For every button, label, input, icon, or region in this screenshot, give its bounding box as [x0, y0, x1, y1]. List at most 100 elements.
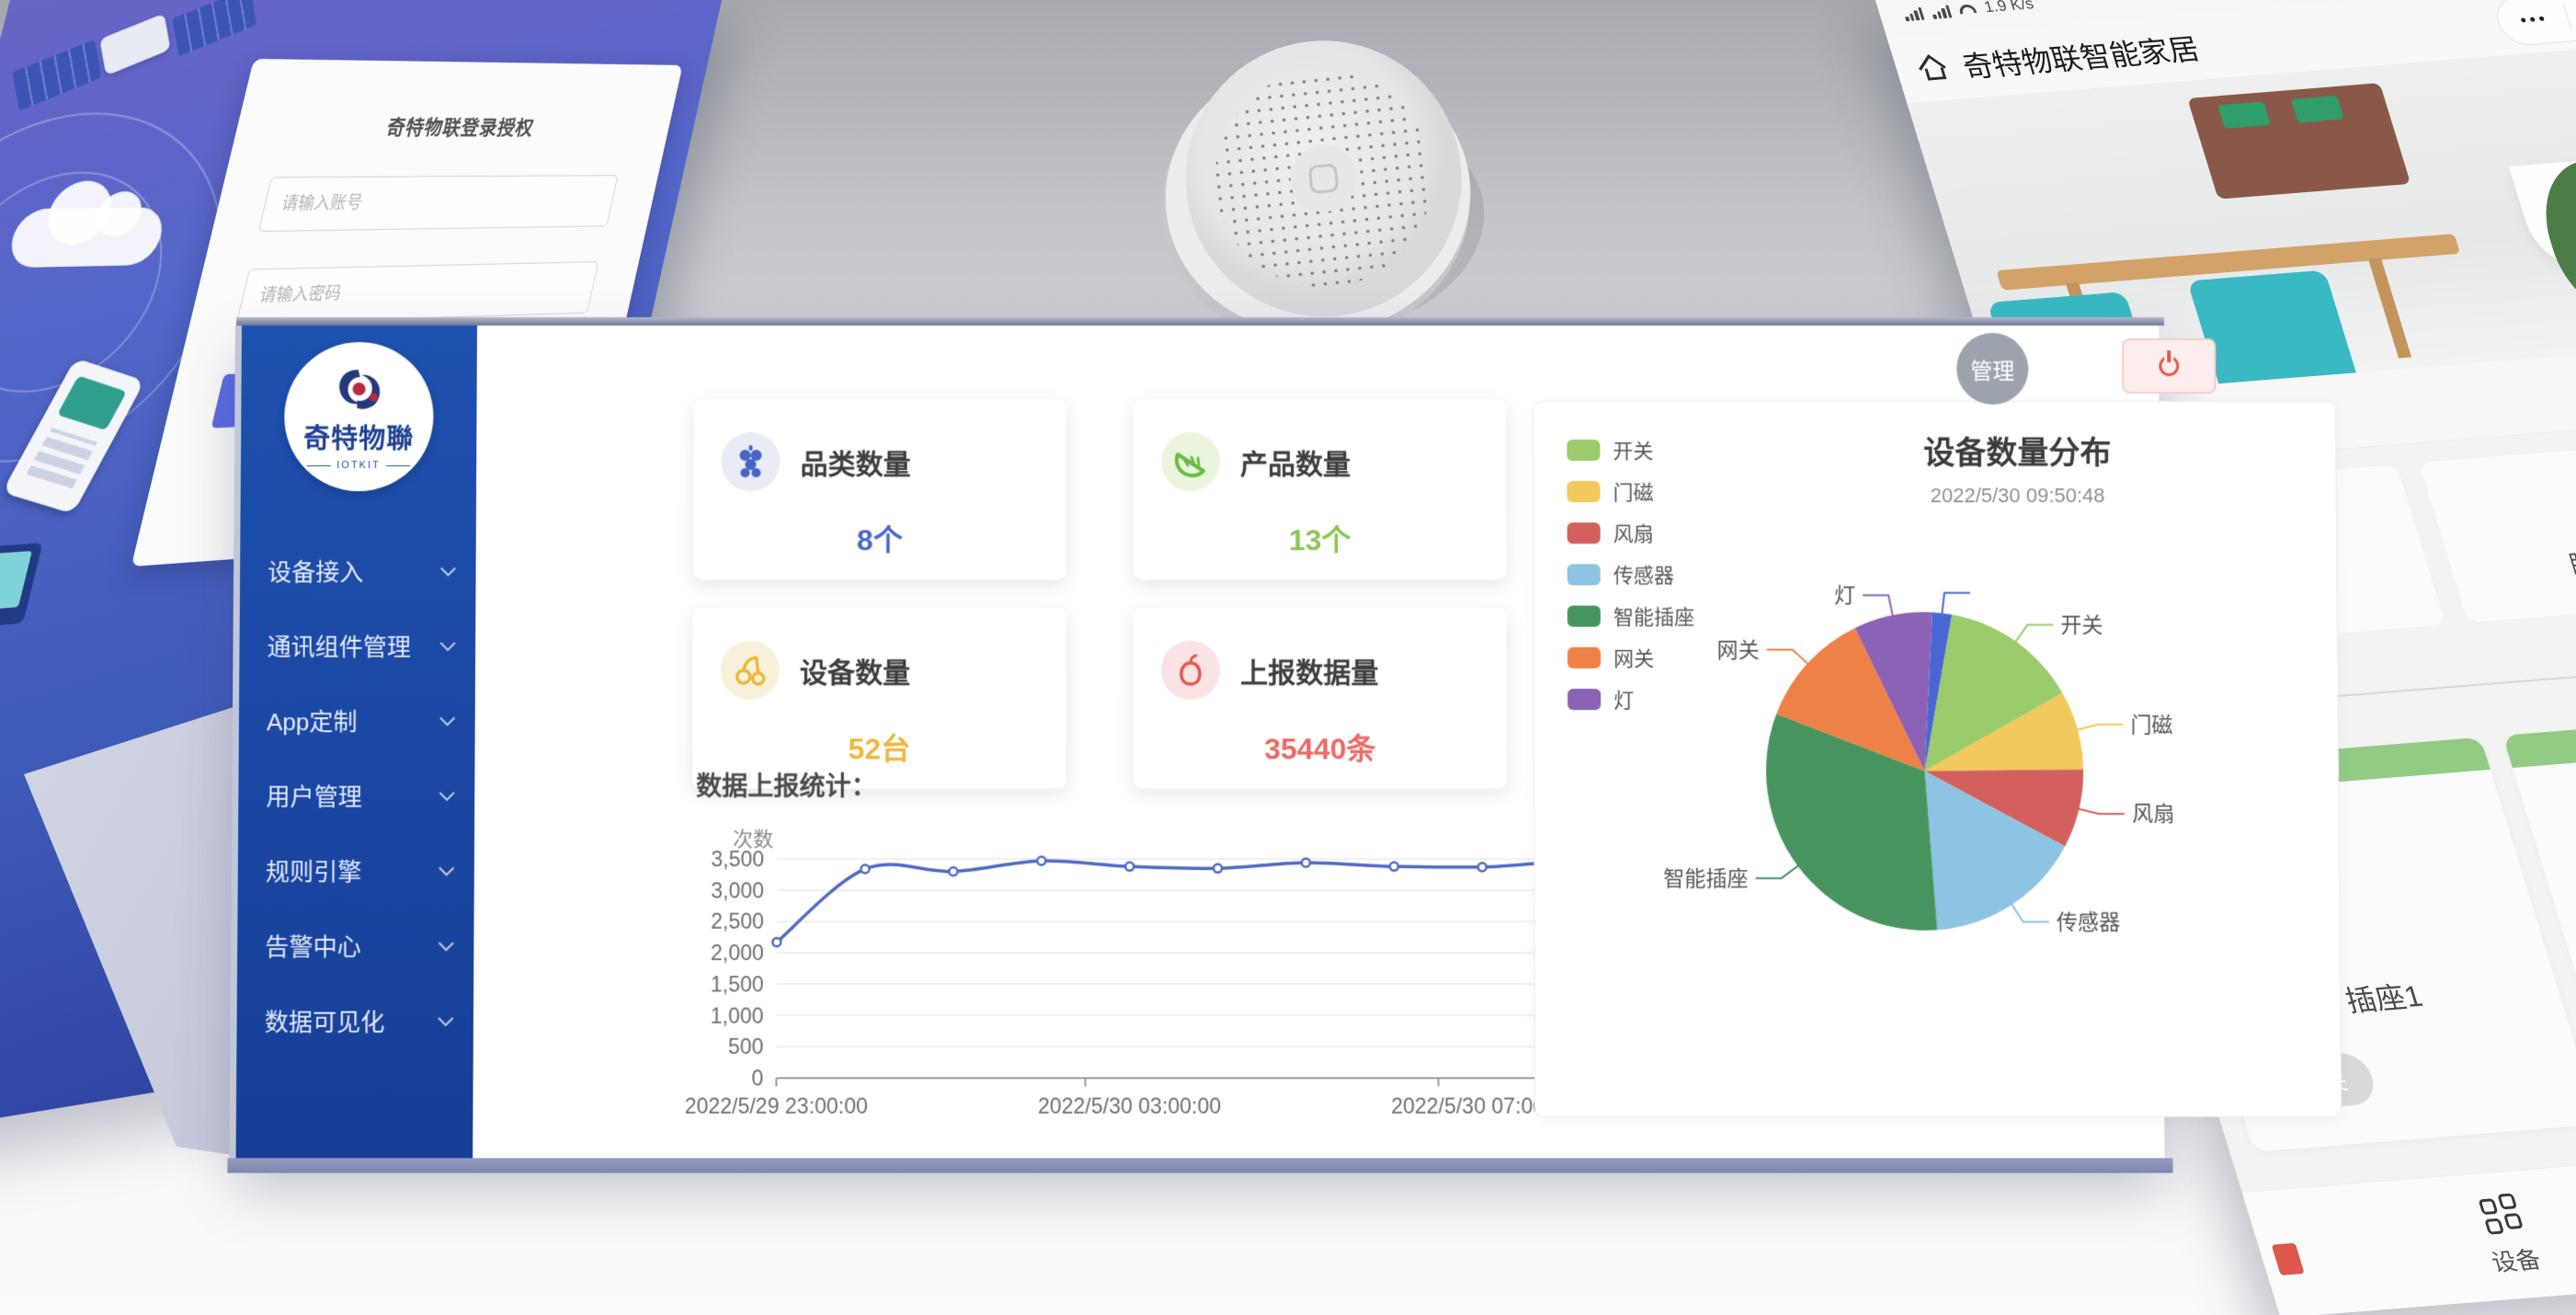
- legend-swatch: [1567, 522, 1601, 543]
- iot-dashboard-window: 奇特物聯 IOTKIT 设备接入通讯组件管理App定制用户管理规则引擎告警中心数…: [236, 326, 2165, 1158]
- tab-devices[interactable]: 设备: [2472, 1193, 2545, 1278]
- stat-value: 52台: [720, 726, 1038, 768]
- login-title: 奇特物联登录授权: [280, 110, 633, 141]
- legend-label: 开关: [1613, 435, 1653, 464]
- pie-legend: 开关门磁风扇传感器智能插座网关灯: [1567, 435, 1694, 714]
- grape-icon: [721, 432, 780, 491]
- password-field[interactable]: [236, 261, 599, 324]
- chevron-down-icon: [440, 635, 456, 651]
- sidebar-item-3[interactable]: 用户管理: [238, 758, 474, 833]
- power-icon: [2159, 356, 2179, 376]
- legend-swatch: [1567, 688, 1601, 709]
- lime-icon: [1161, 432, 1220, 491]
- legend-item-6[interactable]: 灯: [1567, 684, 1695, 714]
- logo-mark-icon: [330, 362, 387, 416]
- sidebar-item-4[interactable]: 规则引擎: [237, 833, 474, 909]
- stat-label: 设备数量: [800, 650, 910, 691]
- manage-badge[interactable]: 管理: [1956, 333, 2028, 405]
- grid-icon: [2476, 1193, 2528, 1236]
- logo-title: 奇特物聯: [303, 417, 414, 456]
- smart-speaker-photo: [1128, 20, 1525, 360]
- chevron-down-icon: [439, 860, 454, 875]
- wifi-icon: [1957, 4, 1977, 14]
- logo: 奇特物聯 IOTKIT: [284, 342, 434, 491]
- sidebar-item-1[interactable]: 通讯组件管理: [239, 609, 475, 683]
- legend-swatch: [1567, 564, 1601, 585]
- sidebar-item-2[interactable]: App定制: [239, 683, 475, 758]
- stat-value: 35440条: [1161, 726, 1479, 768]
- svg-text:智能插座: 智能插座: [1663, 866, 1748, 890]
- status-badge: ONLINE: [2502, 708, 2576, 768]
- account-field[interactable]: [258, 175, 619, 232]
- satellite-illustration: [99, 14, 170, 76]
- stat-label: 产品数量: [1240, 441, 1351, 482]
- legend-item-4[interactable]: 智能插座: [1567, 601, 1694, 631]
- monitor-illustration: [0, 543, 43, 633]
- legend-label: 网关: [1613, 643, 1654, 672]
- device-name: 插座1: [2340, 973, 2427, 1021]
- svg-text:门磁: 门磁: [2130, 713, 2172, 737]
- more-menu-button[interactable]: [2492, 0, 2574, 45]
- svg-text:1,000: 1,000: [711, 1003, 764, 1027]
- sidebar-item-5[interactable]: 告警中心: [237, 909, 474, 984]
- svg-text:灯: 灯: [1834, 583, 1855, 607]
- chevron-down-icon: [438, 1011, 453, 1026]
- stat-value: 13个: [1161, 517, 1479, 559]
- svg-text:次数: 次数: [733, 828, 773, 851]
- signal-icon: [1930, 4, 1953, 19]
- legend-swatch: [1567, 481, 1600, 502]
- svg-text:500: 500: [728, 1035, 764, 1058]
- legend-label: 智能插座: [1613, 601, 1694, 631]
- legend-swatch: [1567, 646, 1601, 668]
- stats-grid: 品类数量 8个 产品数量 13个: [692, 399, 1509, 789]
- chevron-down-icon: [440, 560, 456, 576]
- svg-text:2022/5/30 03:00:00: 2022/5/30 03:00:00: [1038, 1094, 1221, 1118]
- power-button[interactable]: [2122, 338, 2216, 394]
- legend-label: 灯: [1613, 684, 1634, 714]
- scene-composite: 奇特物联登录授权 登录 1.9 K: [0, 0, 2576, 1315]
- svg-text:2,000: 2,000: [711, 941, 764, 965]
- svg-text:风扇: 风扇: [2132, 802, 2174, 826]
- pear-icon: [1161, 641, 1220, 700]
- chevron-down-icon: [439, 785, 455, 801]
- logo-subtitle: IOTKIT: [307, 460, 410, 471]
- svg-text:传感器: 传感器: [2057, 909, 2120, 933]
- satellite-panel-illustration: [12, 40, 101, 111]
- cherry-icon: [721, 641, 780, 700]
- stat-card-products: 产品数量 13个: [1134, 399, 1507, 579]
- nav-home-icon-fragment[interactable]: [2272, 1243, 2305, 1275]
- signal-icon: [1902, 6, 1925, 21]
- sidebar: 奇特物聯 IOTKIT 设备接入通讯组件管理App定制用户管理规则引擎告警中心数…: [236, 326, 477, 1158]
- svg-text:开关: 开关: [2060, 612, 2103, 636]
- sleep-mode-card[interactable]: 睡眠模式: [2417, 434, 2576, 624]
- svg-text:3,000: 3,000: [711, 878, 764, 902]
- svg-text:1,500: 1,500: [711, 972, 764, 996]
- satellite-panel-illustration: [172, 0, 256, 56]
- legend-item-5[interactable]: 网关: [1567, 643, 1694, 672]
- line-chart-section-title: 数据上报统计：: [696, 766, 877, 803]
- ellipsis-icon: [2521, 17, 2545, 23]
- legend-label: 传感器: [1613, 559, 1674, 589]
- home-icon[interactable]: [1915, 55, 1950, 81]
- svg-text:网关: 网关: [1717, 637, 1760, 661]
- legend-item-2[interactable]: 风扇: [1567, 518, 1694, 547]
- dashboard-main: 管理 品类数量 8个: [473, 326, 2164, 1158]
- legend-item-3[interactable]: 传感器: [1567, 559, 1694, 589]
- legend-label: 风扇: [1613, 518, 1654, 547]
- chevron-down-icon: [439, 935, 454, 951]
- legend-item-0[interactable]: 开关: [1567, 435, 1693, 464]
- sidebar-menu: 设备接入通讯组件管理App定制用户管理规则引擎告警中心数据可见化: [236, 533, 475, 1058]
- sidebar-item-0[interactable]: 设备接入: [240, 533, 476, 608]
- svg-text:2,500: 2,500: [711, 909, 764, 933]
- miniprogram-capsule: [2491, 0, 2576, 47]
- sidebar-item-6[interactable]: 数据可见化: [236, 983, 473, 1058]
- legend-swatch: [1567, 440, 1600, 461]
- legend-swatch: [1567, 605, 1601, 626]
- legend-label: 门磁: [1613, 476, 1654, 506]
- legend-item-1[interactable]: 门磁: [1567, 476, 1693, 506]
- net-speed: 1.9 K/s: [1982, 0, 2036, 17]
- svg-text:2022/5/29 23:00:00: 2022/5/29 23:00:00: [685, 1094, 868, 1118]
- cloud-illustration: [6, 207, 168, 268]
- stat-card-reports: 上报数据量 35440条: [1134, 608, 1507, 789]
- cabinet-illustration: [2187, 83, 2411, 199]
